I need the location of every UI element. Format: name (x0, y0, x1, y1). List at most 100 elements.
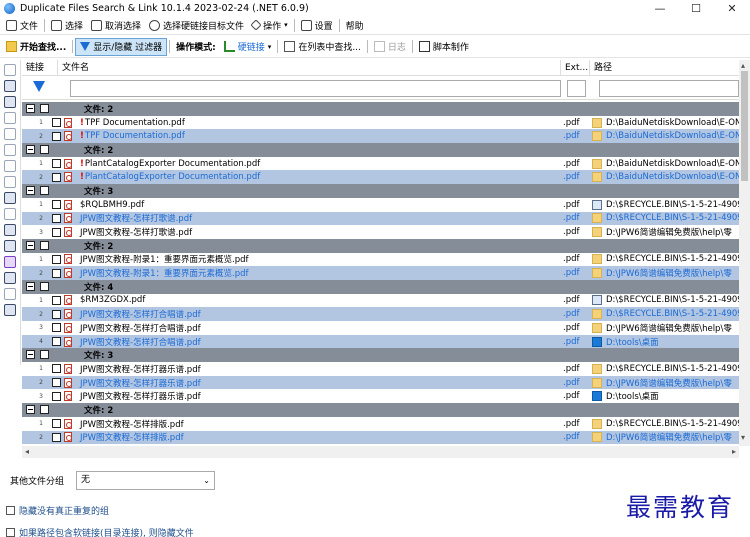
group-checkbox[interactable] (40, 145, 49, 155)
file-row[interactable]: 1 !TPF Documentation.pdf .pdf D:\BaiduNetdi… (22, 115, 739, 130)
column-ext[interactable]: Ext... (561, 60, 590, 75)
file-checkbox[interactable] (52, 419, 61, 429)
scroll-down-icon[interactable]: ▾ (741, 432, 745, 444)
file-checkbox[interactable] (52, 432, 61, 442)
menu-settings[interactable]: 设置 (297, 17, 337, 34)
group-row[interactable]: 文件: 2 (22, 403, 739, 417)
group-checkbox[interactable] (40, 186, 49, 196)
vertical-scrollbar[interactable]: ▴ ▾ (739, 60, 750, 446)
file-checkbox[interactable] (52, 131, 61, 141)
group-checkbox[interactable] (40, 104, 49, 113)
column-filename[interactable]: 文件名 (58, 60, 561, 75)
hide-softlink-checkbox[interactable] (6, 528, 15, 537)
group-row[interactable]: 文件: 2 (22, 102, 739, 116)
file-row[interactable]: 2 JPW图文教程-怎样排版.pdf .pdf D:\JPW6简谱编辑免费版\help… (22, 430, 739, 445)
collapse-group-toggle[interactable] (26, 350, 35, 360)
file-checkbox[interactable] (52, 378, 61, 388)
file-row[interactable]: 2 JPW图文教程-怎样打合唱谱.pdf .pdf D:\$RECYCLE.BIN\S… (22, 307, 739, 321)
menu-select[interactable]: 选择 (47, 17, 87, 34)
menu-operation[interactable]: 操作 ▾ (248, 17, 292, 34)
minimize-button[interactable]: — (642, 0, 678, 16)
copy-icon[interactable] (4, 80, 16, 92)
group-row[interactable]: 文件: 2 (22, 238, 739, 253)
file-row[interactable]: 1 $RM3ZGDX.pdf .pdf D:\$RECYCLE.BIN\S-1-5-2… (22, 293, 739, 308)
scroll-left-icon[interactable]: ◂ (25, 446, 29, 458)
path-filter-input[interactable] (599, 80, 739, 97)
vertical-scroll-thumb[interactable] (741, 71, 748, 181)
file-row[interactable]: 1 JPW图文教程-怎样排版.pdf .pdf D:\$RECYCLE.BIN\S-1… (22, 416, 739, 431)
layout-icon[interactable] (4, 224, 16, 236)
file-checkbox[interactable] (52, 213, 61, 223)
file-row[interactable]: 1 $RQLBMH9.pdf .pdf D:\$RECYCLE.BIN\S-1-5-2… (22, 197, 739, 212)
ext-filter-input[interactable] (567, 80, 586, 97)
view-icon[interactable] (4, 64, 16, 76)
group-checkbox[interactable] (40, 281, 49, 291)
file-row[interactable]: 2 JPW图文教程-附录1：重要界面元素概览.pdf .pdf D:\JPW6简谱编辑… (22, 266, 739, 280)
file-row[interactable]: 3 JPW图文教程-怎样打器乐谱.pdf .pdf D:\tools\桌面 (22, 389, 739, 404)
file-checkbox[interactable] (52, 118, 61, 128)
file-row[interactable]: 1 JPW图文教程-附录1：重要界面元素概览.pdf .pdf D:\$RECYCLE… (22, 252, 739, 267)
group-row[interactable]: 文件: 4 (22, 279, 739, 294)
filename-filter-input[interactable] (70, 80, 561, 97)
group-checkbox[interactable] (40, 350, 49, 360)
column-path[interactable]: 路径 (590, 60, 739, 75)
move-icon[interactable] (4, 112, 16, 124)
log-button[interactable]: 日志 (370, 38, 410, 56)
sort-icon[interactable] (4, 208, 16, 220)
other-group-select[interactable]: 无 ⌄ (76, 471, 215, 490)
collapse-group-toggle[interactable] (26, 145, 35, 155)
group-row[interactable]: 文件: 3 (22, 348, 739, 363)
group-checkbox[interactable] (40, 240, 49, 250)
file-checkbox[interactable] (52, 364, 61, 374)
file-row[interactable]: 3 JPW图文教程-怎样打合唱谱.pdf .pdf D:\JPW6简谱编辑免费版\he… (22, 321, 739, 335)
collapse-group-toggle[interactable] (26, 186, 35, 196)
filter-icon[interactable] (33, 81, 45, 92)
file-checkbox[interactable] (52, 254, 61, 264)
maximize-button[interactable]: ☐ (678, 0, 714, 16)
grid-icon[interactable] (4, 304, 16, 316)
file-checkbox[interactable] (52, 227, 61, 237)
duplicate-icon[interactable] (4, 96, 16, 108)
file-row[interactable]: 3 JPW图文教程-怎样打歌谱.pdf .pdf D:\JPW6简谱编辑免费版\hel… (22, 225, 739, 239)
file-checkbox[interactable] (52, 268, 61, 278)
file-row[interactable]: 2 !TPF Documentation.pdf .pdf D:\BaiduNetdi… (22, 129, 739, 144)
file-checkbox[interactable] (52, 391, 61, 401)
start-search-button[interactable]: 开始查找... (2, 38, 70, 56)
collapse-group-toggle[interactable] (26, 405, 35, 415)
file-checkbox[interactable] (52, 309, 61, 319)
delete-icon[interactable] (4, 160, 16, 172)
menu-deselect[interactable]: 取消选择 (87, 17, 145, 34)
file-checkbox[interactable] (52, 337, 61, 347)
file-row[interactable]: 2 JPW图文教程-怎样打器乐谱.pdf .pdf D:\JPW6简谱编辑免费版\he… (22, 375, 739, 390)
scroll-right-icon[interactable]: ▸ (732, 446, 736, 458)
file-row[interactable]: 2 !PlantCatalogExporter Documentation.pdf… (22, 170, 739, 185)
collapse-group-toggle[interactable] (26, 240, 35, 250)
close-button[interactable]: ✕ (714, 0, 750, 16)
horizontal-scrollbar[interactable]: ◂ ▸ (22, 446, 739, 458)
hide-no-real-dup-checkbox[interactable] (6, 506, 15, 515)
group-row[interactable]: 文件: 2 (22, 143, 739, 157)
file-row[interactable]: 2 JPW图文教程-怎样打歌谱.pdf .pdf D:\$RECYCLE.BIN\S-… (22, 211, 739, 226)
toggle-filter-button[interactable]: 显示/隐藏 过滤器 (75, 37, 168, 56)
file-checkbox[interactable] (52, 172, 61, 182)
refresh-icon[interactable] (4, 192, 16, 204)
mode-dropdown[interactable]: 硬链接 ▾ (220, 38, 276, 56)
split-icon[interactable] (4, 272, 16, 284)
file-row[interactable]: 1 JPW图文教程-怎样打器乐谱.pdf .pdf D:\$RECYCLE.BIN\S… (22, 362, 739, 376)
columns-icon[interactable] (4, 240, 16, 252)
group-checkbox[interactable] (40, 405, 49, 415)
group-row[interactable]: 文件: 3 (22, 184, 739, 198)
file-row[interactable]: 1 !PlantCatalogExporter Documentation.pdf… (22, 156, 739, 171)
collapse-group-toggle[interactable] (26, 281, 35, 291)
menu-select-hardlink-target[interactable]: 选择硬链接目标文件 (145, 17, 248, 34)
menu-help[interactable]: 帮助 (342, 17, 368, 34)
filter-purple-icon[interactable] (4, 256, 16, 268)
link-icon[interactable] (4, 128, 16, 140)
file-row[interactable]: 4 JPW图文教程-怎样打合唱谱.pdf .pdf D:\tools\桌面 (22, 334, 739, 349)
file-checkbox[interactable] (52, 200, 61, 210)
group-icon[interactable] (4, 144, 16, 156)
collapse-group-toggle[interactable] (26, 104, 35, 113)
file-checkbox[interactable] (52, 159, 61, 169)
script-button[interactable]: 脚本制作 (415, 38, 473, 56)
column-link[interactable]: 链接 (22, 60, 58, 75)
